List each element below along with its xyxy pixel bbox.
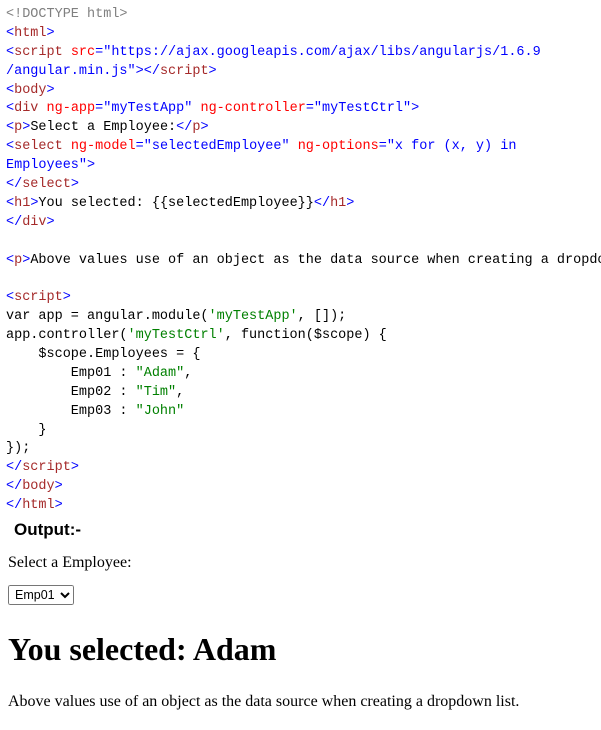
- code-block: <!DOCTYPE html> <html> <script src="http…: [6, 6, 595, 516]
- output-select-label: Select a Employee:: [8, 552, 593, 574]
- output-heading: Output:-: [14, 518, 595, 542]
- output-description: Above values use of an object as the dat…: [8, 691, 593, 713]
- doctype-line: <!DOCTYPE html>: [6, 7, 128, 22]
- rendered-output: Select a Employee: Emp01Emp02Emp03 You s…: [6, 552, 595, 714]
- employee-select[interactable]: Emp01Emp02Emp03: [8, 585, 74, 605]
- output-selected-heading: You selected: Adam: [8, 627, 593, 672]
